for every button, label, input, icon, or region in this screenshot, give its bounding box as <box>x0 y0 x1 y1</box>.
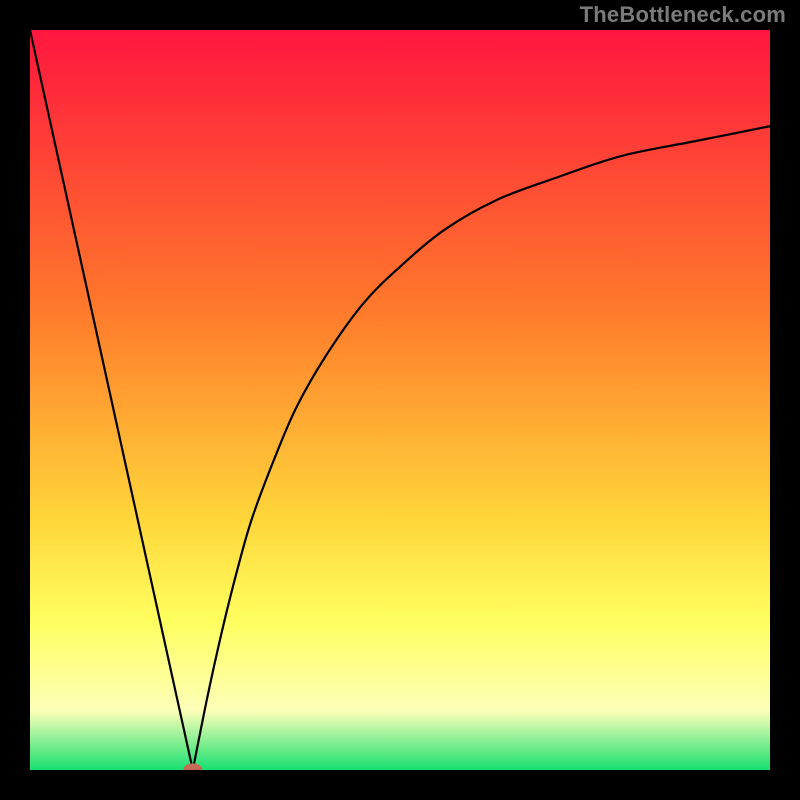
chart-svg <box>30 30 770 770</box>
plot-area <box>30 30 770 770</box>
watermark-text: TheBottleneck.com <box>580 2 786 28</box>
chart-frame: TheBottleneck.com <box>0 0 800 800</box>
gradient-background <box>30 30 770 770</box>
